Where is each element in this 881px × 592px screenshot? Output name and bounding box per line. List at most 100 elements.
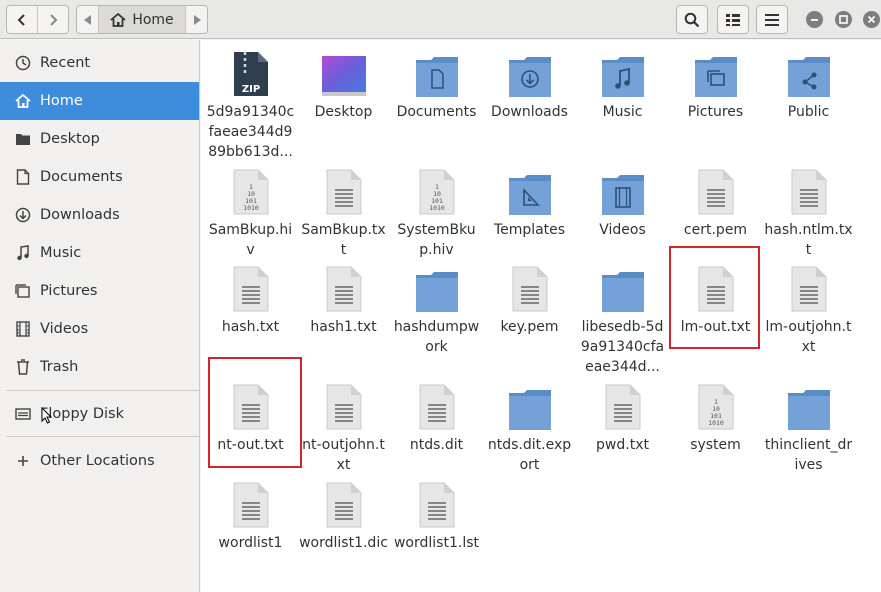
binary-file-icon: 1 10 101 1010 — [669, 379, 762, 431]
sidebar-item-label: Videos — [40, 321, 89, 337]
svg-text:ZIP: ZIP — [241, 84, 259, 95]
file-name: lm-outjohn.txt — [765, 319, 852, 355]
maximize-icon — [839, 15, 848, 24]
sidebar-item-label: Desktop — [40, 131, 100, 147]
sidebar-item-home[interactable]: Home — [0, 82, 199, 120]
file-item[interactable]: Music — [576, 46, 669, 122]
text-file-icon — [762, 261, 855, 313]
home-icon — [14, 92, 32, 110]
file-item[interactable]: Public — [762, 46, 855, 122]
file-item[interactable]: hash1.txt — [297, 261, 390, 337]
sidebar-item-videos[interactable]: Videos — [0, 310, 199, 348]
text-file-icon — [390, 477, 483, 529]
file-name: pwd.txt — [596, 437, 649, 453]
sidebar-item-label: Downloads — [40, 207, 120, 223]
file-name: nt-outjohn.txt — [302, 437, 385, 473]
file-item[interactable]: wordlist1 — [204, 477, 297, 553]
file-name: hash.ntlm.txt — [764, 222, 853, 258]
file-item[interactable]: Desktop — [297, 46, 390, 122]
menu-icon — [765, 13, 779, 26]
highlight-box-nt-out — [208, 357, 302, 468]
sidebar-item-pictures[interactable]: Pictures — [0, 272, 199, 310]
file-item[interactable]: SamBkup.txt — [297, 164, 390, 260]
text-file-icon — [762, 164, 855, 216]
file-item[interactable]: ntds.dit.export — [483, 379, 576, 475]
sidebar: Recent Home Desktop Documents Downloads … — [0, 40, 200, 592]
menu-button[interactable] — [756, 5, 788, 34]
breadcrumb-label: Home — [132, 11, 174, 28]
file-name: ntds.dit — [409, 437, 464, 453]
header-bar: Home — [0, 0, 881, 39]
folder-icon — [483, 379, 576, 431]
file-item[interactable]: nt-outjohn.txt — [297, 379, 390, 475]
public-folder-icon — [762, 46, 855, 98]
file-item[interactable]: hash.txt — [204, 261, 297, 337]
file-name: libesedb-5d9a91340cfaeae344d... — [580, 319, 665, 375]
file-item[interactable]: Documents — [390, 46, 483, 122]
file-name: wordlist1.lst — [393, 535, 479, 551]
file-grid: ZIP 5d9a91340cfaeae344d989bb613d... Desk… — [201, 40, 881, 592]
file-item[interactable]: lm-outjohn.txt — [762, 261, 855, 357]
text-file-icon — [297, 164, 390, 216]
file-item[interactable]: hashdumpwork — [390, 261, 483, 357]
file-item[interactable]: Videos — [576, 164, 669, 240]
search-button[interactable] — [676, 5, 708, 34]
sidebar-item-label: Floppy Disk — [40, 406, 124, 422]
maximize-button[interactable] — [835, 11, 852, 28]
file-item[interactable]: Downloads — [483, 46, 576, 122]
file-item[interactable]: 1 10 101 1010 SystemBkup.hiv — [390, 164, 483, 260]
file-item[interactable]: wordlist1.dic — [297, 477, 390, 553]
file-name: SamBkup.hiv — [208, 222, 293, 258]
path-left-button[interactable] — [77, 6, 99, 33]
svg-text:1010: 1010 — [429, 204, 445, 212]
file-name: Public — [787, 104, 830, 120]
file-item[interactable]: wordlist1.lst — [390, 477, 483, 553]
sidebar-item-recent[interactable]: Recent — [0, 44, 199, 82]
sidebar-item-desktop[interactable]: Desktop — [0, 120, 199, 158]
file-item[interactable]: 1 10 101 1010 system — [669, 379, 762, 455]
minimize-button[interactable] — [806, 11, 823, 28]
file-item[interactable]: hash.ntlm.txt — [762, 164, 855, 260]
music-folder-icon — [576, 46, 669, 98]
forward-button[interactable] — [37, 6, 68, 33]
breadcrumb-home[interactable]: Home — [99, 6, 185, 33]
text-file-icon — [204, 261, 297, 313]
sidebar-item-downloads[interactable]: Downloads — [0, 196, 199, 234]
file-item[interactable]: key.pem — [483, 261, 576, 337]
file-item[interactable]: 1 10 101 1010 SamBkup.hiv — [204, 164, 297, 260]
close-button[interactable] — [863, 11, 880, 28]
text-file-icon — [576, 379, 669, 431]
sidebar-item-documents[interactable]: Documents — [0, 158, 199, 196]
back-icon — [17, 13, 25, 26]
downloads-folder-icon — [483, 46, 576, 98]
sidebar-item-trash[interactable]: Trash — [0, 348, 199, 386]
file-item[interactable]: thinclient_drives — [762, 379, 855, 475]
file-item[interactable]: ntds.dit — [390, 379, 483, 455]
templates-folder-icon — [483, 164, 576, 216]
file-item[interactable]: cert.pem — [669, 164, 762, 240]
file-item[interactable]: pwd.txt — [576, 379, 669, 455]
file-name: system — [690, 437, 741, 453]
sidebar-item-label: Other Locations — [40, 453, 155, 469]
file-name: Music — [602, 104, 643, 120]
path-right-button[interactable] — [185, 6, 207, 33]
binary-file-icon: 1 10 101 1010 — [390, 164, 483, 216]
forward-icon — [50, 13, 58, 26]
file-item[interactable]: libesedb-5d9a91340cfaeae344d... — [576, 261, 669, 377]
file-item[interactable]: Pictures — [669, 46, 762, 122]
view-toggle-button[interactable] — [717, 5, 749, 34]
document-icon — [14, 168, 32, 186]
sidebar-item-music[interactable]: Music — [0, 234, 199, 272]
file-name: hash.txt — [221, 319, 280, 335]
sidebar-item-label: Pictures — [40, 283, 98, 299]
sidebar-item-other-locations[interactable]: Other Locations — [0, 442, 199, 480]
file-item[interactable]: Templates — [483, 164, 576, 240]
sidebar-item-label: Recent — [40, 55, 91, 71]
trash-icon — [14, 358, 32, 376]
mouse-cursor-icon — [41, 407, 52, 424]
file-name: Desktop — [314, 104, 373, 120]
file-item[interactable]: ZIP 5d9a91340cfaeae344d989bb613d... — [204, 46, 297, 162]
minimize-icon — [811, 19, 818, 21]
sidebar-item-floppy-disk[interactable]: Floppy Disk — [0, 395, 199, 433]
back-button[interactable] — [7, 6, 37, 33]
